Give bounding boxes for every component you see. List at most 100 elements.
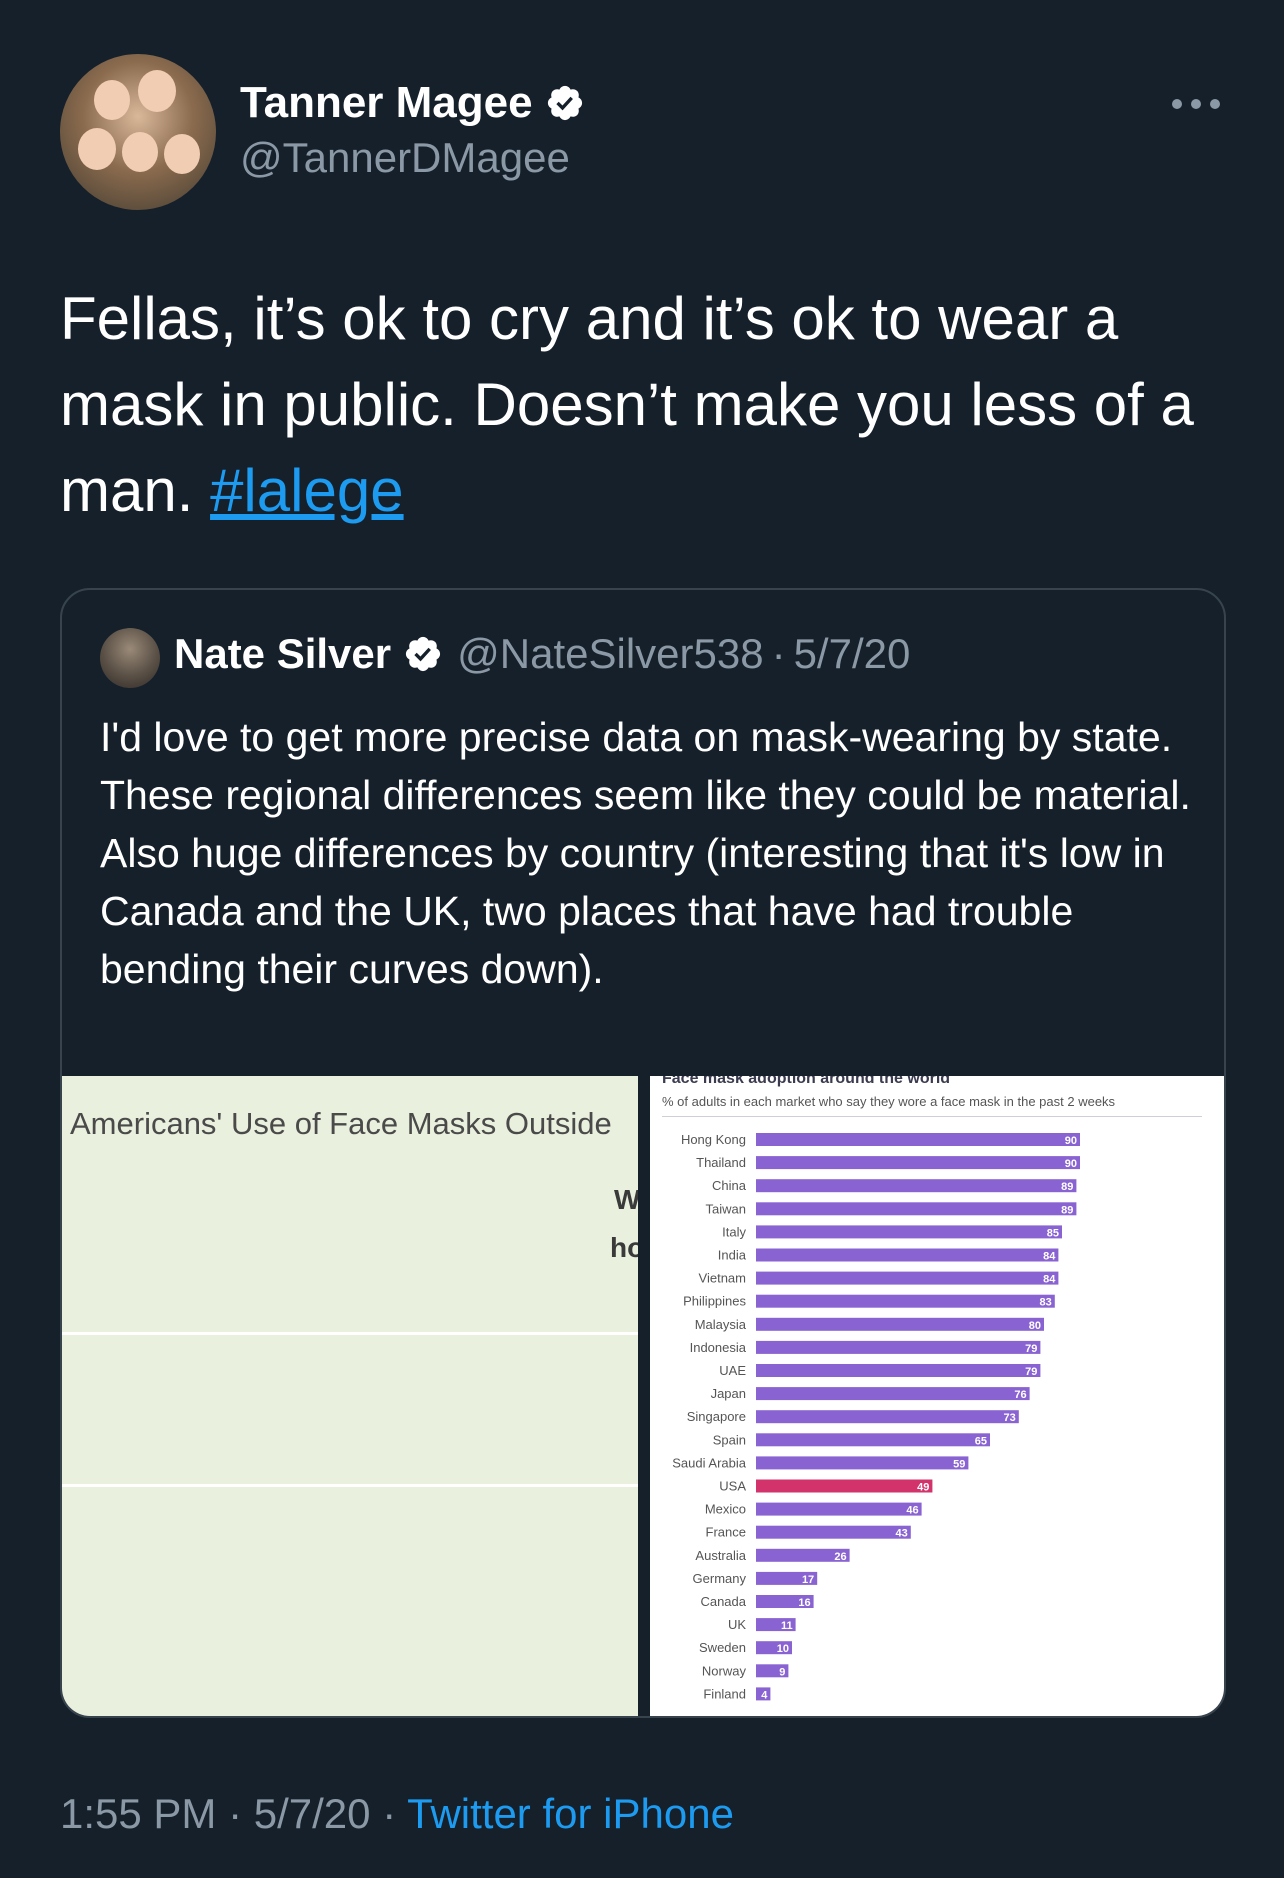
chart-value-label: 85: [1047, 1227, 1059, 1239]
chart-bar: [756, 1294, 1055, 1308]
chart-value-label: 17: [802, 1574, 814, 1586]
verified-badge-icon: [406, 636, 441, 672]
chart-bar: [756, 1202, 1077, 1216]
chart-value-label: 49: [917, 1482, 929, 1494]
more-options-icon[interactable]: [1172, 96, 1220, 112]
quote-author-name[interactable]: Nate Silver: [174, 630, 391, 678]
chart-bar: [756, 1179, 1077, 1193]
left-image-fragment-1: W: [614, 1184, 638, 1215]
chart-bar: [756, 1340, 1041, 1354]
quote-media[interactable]: Americans' Use of Face Masks Outside W h…: [62, 1076, 1224, 1716]
chart-category-label: Taiwan: [706, 1201, 746, 1216]
chart-value-label: 90: [1065, 1135, 1077, 1147]
chart-category-label: Hong Kong: [681, 1132, 746, 1147]
quote-header: Nate Silver @NateSilver538 · 5/7/20: [174, 630, 910, 678]
chart-category-label: Italy: [722, 1224, 746, 1239]
chart-bar: [756, 1317, 1044, 1331]
chart-bar: [756, 1387, 1030, 1401]
chart-bar: [756, 1225, 1062, 1239]
left-image-fragment-2: ho: [610, 1232, 638, 1263]
chart-bar: [756, 1271, 1059, 1285]
chart-category-label: Thailand: [696, 1155, 746, 1170]
quote-separator: ·: [771, 630, 786, 677]
tweet-time: 1:55 PM: [60, 1790, 217, 1837]
chart-value-label: 10: [777, 1643, 789, 1655]
left-image-title: Americans' Use of Face Masks Outside: [70, 1106, 612, 1141]
chart-category-label: Finland: [703, 1686, 746, 1701]
chart-category-label: Malaysia: [695, 1317, 747, 1332]
chart-value-label: 16: [798, 1597, 810, 1609]
chart-category-label: Australia: [695, 1548, 746, 1563]
chart-value-label: 76: [1014, 1389, 1026, 1401]
chart-value-label: 79: [1025, 1366, 1037, 1378]
chart-bar: [756, 1156, 1080, 1170]
media-divider: [638, 1076, 650, 1716]
chart-bar: [756, 1502, 922, 1516]
chart-value-label: 80: [1029, 1320, 1041, 1332]
chart-bar: [756, 1133, 1080, 1146]
media-image-mask-chart[interactable]: Face mask adoption around the world % of…: [650, 1076, 1224, 1716]
mask-adoption-bar-chart: Hong Kong 90 Thailand 90 China 89 Taiwan 89 Ital…: [672, 1132, 1080, 1701]
chart-bar: [756, 1433, 990, 1447]
chart-category-label: Norway: [702, 1663, 747, 1678]
tweet-source-link[interactable]: Twitter for iPhone: [407, 1790, 734, 1837]
quoted-tweet[interactable]: Nate Silver @NateSilver538 · 5/7/20 I'd …: [60, 588, 1226, 1718]
chart-value-label: 83: [1040, 1297, 1052, 1309]
quote-author-handle[interactable]: @NateSilver538: [457, 630, 763, 678]
chart-bar: [756, 1410, 1019, 1424]
chart-category-label: Canada: [700, 1594, 746, 1609]
chart-category-label: Sweden: [699, 1640, 746, 1655]
footer-separator: ·: [370, 1790, 408, 1837]
left-image-gridline: [62, 1484, 638, 1487]
chart-value-label: 73: [1004, 1412, 1016, 1424]
chart-category-label: UAE: [719, 1363, 746, 1378]
chart-category-label: Philippines: [683, 1294, 746, 1309]
chart-value-label: 84: [1043, 1274, 1056, 1286]
chart-value-label: 89: [1061, 1181, 1073, 1193]
chart-category-label: China: [712, 1178, 747, 1193]
chart-category-label: Indonesia: [690, 1340, 747, 1355]
chart-value-label: 11: [781, 1620, 793, 1632]
chart-category-label: India: [718, 1248, 747, 1263]
chart-category-label: USA: [719, 1479, 746, 1494]
chart-bar: [756, 1525, 911, 1539]
tweet-text: Fellas, it’s ok to cry and it’s ok to we…: [60, 276, 1230, 534]
chart-category-label: Germany: [693, 1571, 747, 1586]
chart-value-label: 65: [975, 1435, 987, 1447]
chart-value-label: 89: [1061, 1204, 1073, 1216]
chart-category-label: Vietnam: [699, 1271, 746, 1286]
chart-value-label: 90: [1065, 1158, 1077, 1170]
chart-value-label: 79: [1025, 1343, 1037, 1355]
chart-bar: [756, 1248, 1059, 1262]
quote-text: I'd love to get more precise data on mas…: [100, 714, 1191, 992]
left-image-gridline: [62, 1332, 638, 1335]
chart-value-label: 84: [1043, 1251, 1056, 1263]
chart-category-label: France: [706, 1525, 746, 1540]
media-image-americans-masks[interactable]: Americans' Use of Face Masks Outside W h…: [62, 1076, 638, 1716]
chart-value-label: 4: [761, 1689, 768, 1701]
verified-badge-icon: [547, 85, 582, 121]
chart-value-label: 43: [896, 1528, 908, 1540]
chart-bar: [756, 1479, 933, 1493]
chart-bar: [756, 1456, 969, 1470]
chart-category-label: Japan: [711, 1386, 746, 1401]
footer-separator: ·: [216, 1790, 254, 1837]
tweet-metadata: 1:55 PM · 5/7/20 · Twitter for iPhone: [60, 1790, 734, 1838]
chart-value-label: 46: [906, 1505, 918, 1517]
chart-category-label: Saudi Arabia: [672, 1455, 746, 1470]
chart-value-label: 9: [779, 1666, 785, 1678]
chart-category-label: Singapore: [687, 1409, 746, 1424]
hashtag-link[interactable]: #lalege: [210, 457, 404, 524]
author-name-row[interactable]: Tanner Magee: [240, 78, 585, 128]
author-avatar[interactable]: [60, 54, 216, 210]
quote-date: 5/7/20: [793, 630, 911, 677]
chart-value-label: 26: [834, 1551, 846, 1563]
author-name[interactable]: Tanner Magee: [240, 78, 533, 128]
chart-category-label: UK: [728, 1617, 746, 1632]
author-handle[interactable]: @TannerDMagee: [240, 134, 570, 182]
chart-value-label: 59: [953, 1458, 965, 1470]
quote-author-avatar[interactable]: [100, 628, 160, 688]
chart-category-label: Mexico: [705, 1502, 746, 1517]
chart-category-label: Spain: [713, 1432, 746, 1447]
tweet-date: 5/7/20: [253, 1790, 371, 1837]
